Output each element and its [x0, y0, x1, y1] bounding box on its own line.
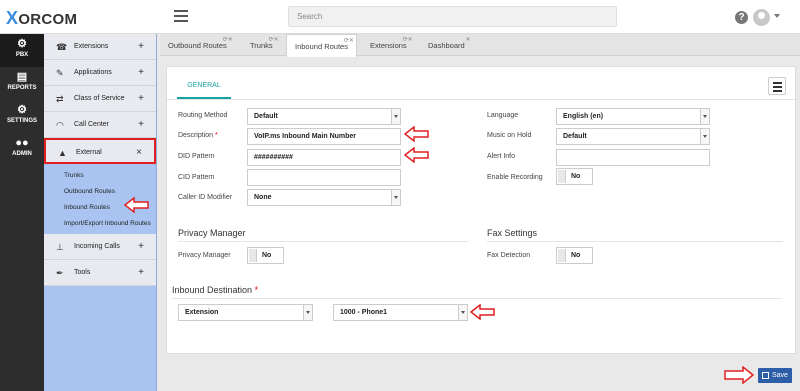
divider [167, 99, 795, 100]
destination-select[interactable]: 1000 - Phone1 [333, 304, 468, 321]
menu-item-extensions[interactable]: ☎ Extensions + [44, 34, 156, 60]
tab-outbound-routes[interactable]: Outbound Routes ⟳✕ [160, 34, 235, 56]
expand-icon[interactable]: + [138, 260, 144, 286]
routing-method-select[interactable]: Default [247, 108, 401, 125]
description-input[interactable]: VoIP.ms Inbound Main Number [247, 128, 401, 145]
expand-icon[interactable]: + [138, 86, 144, 112]
toggle-knob [558, 170, 566, 183]
music-on-hold-select[interactable]: Default [556, 128, 710, 145]
help-icon[interactable]: ? [735, 11, 748, 24]
subitem-trunks[interactable]: Trunks [44, 168, 156, 184]
expand-icon[interactable]: + [138, 34, 144, 60]
save-icon [762, 372, 769, 379]
chevron-down-icon [391, 109, 400, 124]
nav-settings[interactable]: ⚙ SETTINGS [0, 100, 44, 133]
tab-extensions[interactable]: Extensions ⟳✕ [362, 34, 415, 56]
chevron-down-icon [700, 129, 709, 144]
settings-icon: ⚙ [17, 104, 27, 116]
search-input[interactable]: Search [288, 6, 617, 27]
annotation-arrow-save [724, 366, 754, 384]
xorcom-logo[interactable]: XORCOM [6, 8, 77, 29]
edit-icon: ✎ [56, 68, 64, 78]
annotation-arrow-description [404, 126, 429, 142]
privacy-manager-toggle[interactable]: No [247, 247, 284, 264]
top-bar: XORCOM Search ? [0, 0, 800, 34]
chevron-down-icon[interactable] [774, 14, 780, 18]
menu-item-external[interactable]: ▲ External × [44, 138, 156, 164]
collapse-icon[interactable]: × [136, 140, 142, 166]
menu-item-class-of-service[interactable]: ⇄ Class of Service + [44, 86, 156, 112]
user-avatar-icon[interactable] [753, 9, 770, 26]
headset-icon: ◠ [56, 120, 64, 130]
privacy-manager-label: Privacy Manager [178, 252, 231, 259]
phone-icon: ☎ [56, 42, 68, 52]
menu-item-tools[interactable]: ✒ Tools + [44, 260, 156, 286]
expand-icon[interactable]: + [138, 234, 144, 260]
menu-item-call-center[interactable]: ◠ Call Center + [44, 112, 156, 138]
tab-inbound-routes[interactable]: Inbound Routes ⟳✕ [286, 34, 357, 57]
cid-pattern-label: CID Pattern [178, 174, 215, 181]
toggle-knob [558, 249, 566, 262]
fax-section-title: Fax Settings [487, 228, 538, 238]
menu-item-incoming-calls[interactable]: ⊥ Incoming Calls + [44, 234, 156, 260]
main-nav: ⚙ PBX ▤ REPORTS ⚙ SETTINGS ●● ADMIN [0, 34, 44, 391]
cid-pattern-input[interactable] [247, 169, 401, 186]
list-view-button[interactable] [768, 77, 786, 95]
routing-method-label: Routing Method [178, 112, 228, 119]
tab-close-icon[interactable]: ✕ [466, 28, 471, 52]
tree-icon: ⊥ [56, 242, 64, 252]
language-label: Language [487, 112, 519, 119]
enable-recording-toggle[interactable]: No [556, 168, 593, 185]
gear-icon: ⚙ [17, 38, 27, 50]
inbound-destination-title: Inbound Destination * [172, 285, 259, 295]
tab-dashboard[interactable]: Dashboard ✕ [420, 34, 473, 56]
alert-info-input[interactable] [556, 149, 710, 166]
tab-close-icon[interactable]: ⟳✕ [269, 28, 279, 52]
annotation-arrow-did-pattern [404, 147, 429, 163]
privacy-section-title: Privacy Manager [178, 228, 246, 238]
nav-pbx[interactable]: ⚙ PBX [0, 34, 44, 67]
save-button[interactable]: Save [758, 368, 792, 383]
menu-item-applications[interactable]: ✎ Applications + [44, 60, 156, 86]
tab-close-icon[interactable]: ⟳✕ [344, 29, 354, 53]
shuffle-icon: ⇄ [56, 94, 64, 104]
toggle-knob [249, 249, 257, 262]
expand-icon[interactable]: + [138, 112, 144, 138]
users-icon: ●● [15, 137, 29, 149]
chevron-down-icon [391, 190, 400, 205]
chevron-down-icon [700, 109, 709, 124]
annotation-arrow-inbound-routes [124, 197, 149, 213]
fax-detection-label: Fax Detection [487, 252, 531, 259]
road-icon: ▲ [58, 148, 67, 158]
alert-info-label: Alert Info [487, 153, 516, 160]
report-icon: ▤ [16, 71, 28, 83]
language-select[interactable]: English (en) [556, 108, 710, 125]
divider [178, 241, 468, 242]
wrench-icon: ✒ [56, 268, 64, 278]
menu-toggle-icon[interactable] [174, 10, 188, 22]
tabs-bar: Outbound Routes ⟳✕ Trunks ⟳✕ Inbound Rou… [160, 34, 800, 57]
chevron-down-icon [458, 305, 467, 320]
fax-detection-toggle[interactable]: No [556, 247, 593, 264]
tab-close-icon[interactable]: ⟳✕ [223, 28, 233, 52]
did-pattern-input[interactable]: ########## [247, 149, 401, 166]
caller-id-modifier-label: Caller ID Modifier [178, 194, 233, 201]
divider [487, 241, 783, 242]
divider [172, 298, 782, 299]
enable-recording-label: Enable Recording [487, 174, 543, 181]
expand-icon[interactable]: + [138, 60, 144, 86]
description-label: Description * [178, 132, 218, 139]
nav-admin[interactable]: ●● ADMIN [0, 133, 44, 166]
subitem-import-export-inbound-routes[interactable]: Import/Export Inbound Routes [44, 216, 156, 232]
caller-id-modifier-select[interactable]: None [247, 189, 401, 206]
annotation-arrow-destination [470, 304, 495, 320]
nav-reports[interactable]: ▤ REPORTS [0, 67, 44, 100]
destination-type-select[interactable]: Extension [178, 304, 313, 321]
music-on-hold-label: Music on Hold [487, 132, 532, 139]
did-pattern-label: DID Pattern [178, 153, 215, 160]
tab-close-icon[interactable]: ⟳✕ [403, 28, 413, 52]
tab-trunks[interactable]: Trunks ⟳✕ [242, 34, 281, 56]
tab-general[interactable]: GENERAL [177, 75, 231, 99]
chevron-down-icon [303, 305, 312, 320]
